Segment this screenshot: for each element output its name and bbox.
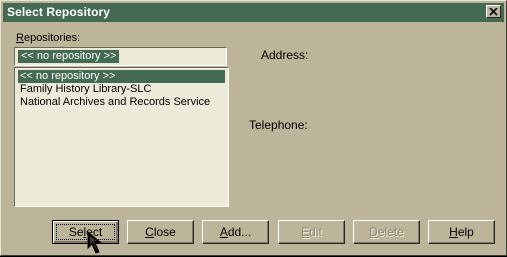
repositories-label: Repositories:: [16, 32, 81, 44]
add-button[interactable]: Add...: [202, 220, 269, 244]
close-icon: [489, 7, 498, 16]
title-bar[interactable]: Select Repository: [3, 3, 504, 22]
window-title: Select Repository: [7, 5, 111, 19]
select-repository-dialog: Select Repository Repositories: << no re…: [0, 0, 507, 256]
close-window-button[interactable]: [486, 5, 501, 18]
edit-button[interactable]: Edit: [278, 220, 345, 244]
delete-button[interactable]: Delete: [353, 220, 420, 244]
help-button[interactable]: Help: [428, 220, 495, 244]
delete-button-label: Delete: [369, 225, 404, 239]
close-button[interactable]: Close: [127, 220, 194, 244]
help-button-label: Help: [449, 225, 474, 239]
repository-combo[interactable]: << no repository >>: [14, 47, 227, 66]
address-label: Address:: [261, 48, 309, 62]
mouse-pointer-icon: [87, 231, 103, 254]
repository-list[interactable]: << no repository >> Family History Libra…: [14, 67, 229, 207]
close-button-label: Close: [145, 225, 176, 239]
repository-combo-value: << no repository >>: [16, 49, 121, 64]
telephone-label: Telephone:: [249, 118, 308, 132]
list-item[interactable]: << no repository >>: [18, 70, 225, 83]
edit-button-label: Edit: [301, 225, 322, 239]
add-button-label: Add...: [219, 225, 252, 239]
list-item[interactable]: National Archives and Records Service: [18, 96, 225, 109]
list-item[interactable]: Family History Library-SLC: [18, 83, 225, 96]
